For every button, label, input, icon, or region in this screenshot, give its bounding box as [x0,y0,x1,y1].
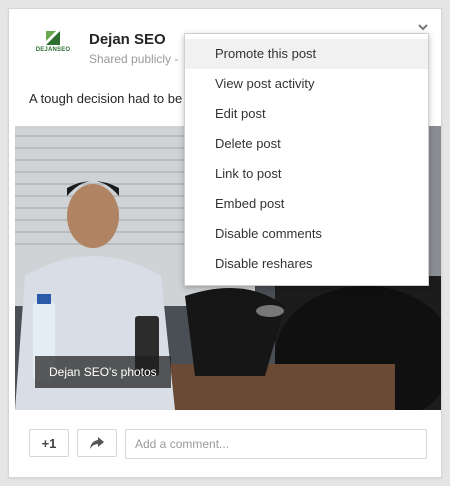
post-text: A tough decision had to be [29,91,183,106]
post-actions: +1 Add a comment... [9,421,441,471]
menu-item-view-activity[interactable]: View post activity [185,69,428,99]
post-options-menu: Promote this post View post activity Edi… [184,33,429,286]
avatar[interactable]: DEJANSEO [27,31,79,75]
visibility-dash: - [174,52,179,66]
chevron-down-icon[interactable] [417,21,429,33]
menu-item-embed-post[interactable]: Embed post [185,189,428,219]
share-icon [90,437,104,449]
visibility-label[interactable]: Shared publicly - [89,52,178,66]
menu-item-delete-post[interactable]: Delete post [185,129,428,159]
menu-item-disable-comments[interactable]: Disable comments [185,219,428,249]
avatar-logo-text: DEJANSEO [35,47,71,53]
comment-input[interactable]: Add a comment... [125,429,427,459]
menu-item-promote-post[interactable]: Promote this post [185,39,428,69]
visibility-text: Shared publicly [89,52,172,66]
plus-one-button[interactable]: +1 [29,429,69,457]
menu-item-edit-post[interactable]: Edit post [185,99,428,129]
menu-item-link-to-post[interactable]: Link to post [185,159,428,189]
logo-mark-icon [46,31,60,45]
author-name[interactable]: Dejan SEO [89,31,166,48]
photo-caption[interactable]: Dejan SEO's photos [35,356,171,388]
share-button[interactable] [77,429,117,457]
menu-item-disable-reshares[interactable]: Disable reshares [185,249,428,279]
